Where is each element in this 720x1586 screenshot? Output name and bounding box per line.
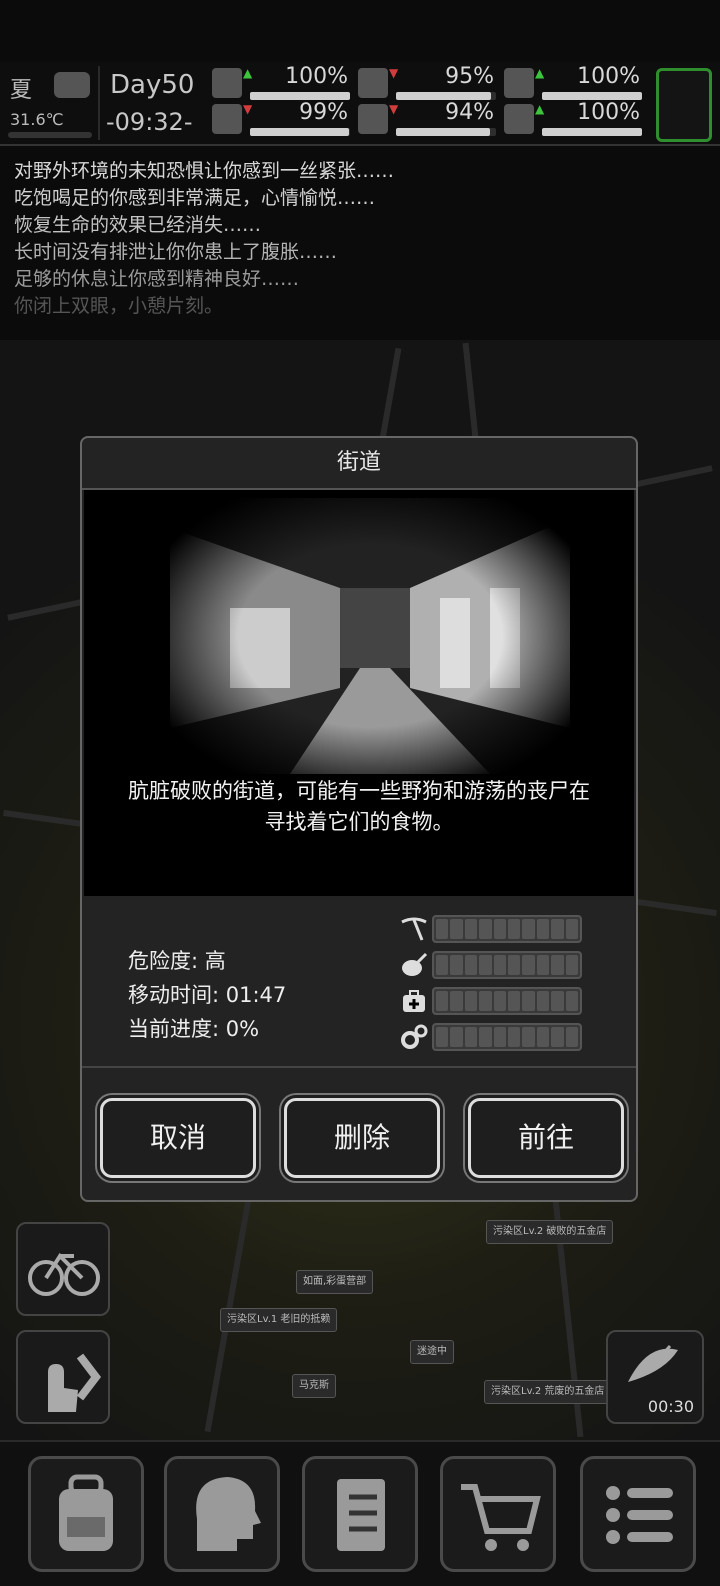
street-scene-image bbox=[170, 498, 570, 774]
menu-list-icon bbox=[606, 1486, 673, 1544]
tap-arrow-icon bbox=[48, 1353, 102, 1412]
travel-time: 移动时间: 01:47 bbox=[128, 983, 287, 1007]
shop-button[interactable] bbox=[440, 1456, 556, 1572]
water-drop-icon bbox=[358, 104, 388, 134]
log-line: 吃饱喝足的你感到非常满足，心情愉悦…… bbox=[14, 187, 376, 209]
notebook-icon bbox=[337, 1479, 385, 1551]
map-location-pin[interactable]: 污染区Lv.2 破败的五金店 bbox=[486, 1220, 614, 1244]
equipment-slot[interactable] bbox=[656, 68, 712, 142]
trend-up-icon: ▲ bbox=[535, 66, 545, 80]
mood-value: 100% bbox=[577, 64, 640, 89]
health-bar bbox=[250, 92, 350, 100]
stamina-bar bbox=[250, 128, 350, 136]
food-meter bbox=[400, 950, 600, 980]
cloudy-icon bbox=[54, 72, 90, 98]
medicine-meter bbox=[400, 986, 600, 1016]
satellite-dish-icon bbox=[628, 1344, 678, 1382]
go-button[interactable]: 前往 bbox=[468, 1098, 624, 1178]
map-location-pin[interactable]: 马克斯 bbox=[292, 1374, 336, 1398]
divider bbox=[82, 1066, 636, 1068]
water-bar bbox=[396, 128, 496, 136]
map-location-pin[interactable]: 污染区Lv.2 荒废的五金店 bbox=[484, 1380, 612, 1404]
season-label: 夏 bbox=[10, 78, 33, 103]
brain-head-icon bbox=[196, 1477, 261, 1551]
water-value: 94% bbox=[445, 100, 494, 125]
backpack-icon bbox=[59, 1474, 113, 1551]
temperature-label: 31.6℃ bbox=[10, 110, 64, 129]
weather-panel[interactable]: 夏 31.6℃ bbox=[8, 66, 100, 140]
trend-up-icon: ▲ bbox=[243, 66, 253, 80]
tools-meter bbox=[400, 914, 600, 944]
delete-button[interactable]: 删除 bbox=[284, 1098, 440, 1178]
map-location-pin[interactable]: 污染区Lv.1 老旧的抵赖 bbox=[220, 1308, 338, 1332]
description-line: 寻找着它们的食物。 bbox=[264, 810, 454, 834]
log-line: 长时间没有排泄让你你患上了腹胀…… bbox=[14, 241, 338, 263]
location-description: 肮脏破败的街道，可能有一些野狗和游荡的丧尸在 寻找着它们的食物。 bbox=[84, 776, 634, 838]
log-line: 恢复生命的效果已经消失…… bbox=[14, 214, 262, 236]
bicycle-icon bbox=[28, 1252, 100, 1296]
bottom-nav bbox=[0, 1440, 720, 1586]
heart-bar bbox=[542, 128, 642, 136]
menu-button[interactable] bbox=[580, 1456, 696, 1572]
materials-meter bbox=[400, 1022, 600, 1052]
medkit-icon bbox=[212, 68, 242, 98]
pill-icon bbox=[504, 68, 534, 98]
stomach-icon bbox=[358, 68, 388, 98]
log-line: 足够的休息让你感到精神良好…… bbox=[14, 268, 300, 290]
temperature-bar bbox=[8, 132, 92, 138]
map-location-pin[interactable]: 迷途中 bbox=[410, 1340, 454, 1364]
gears-icon bbox=[401, 1024, 428, 1049]
action-button[interactable] bbox=[16, 1330, 110, 1424]
medkit-icon bbox=[403, 990, 425, 1012]
food-value: 95% bbox=[445, 64, 494, 89]
stamina-stat[interactable]: ▼ 99% bbox=[212, 100, 350, 136]
radar-timer: 00:30 bbox=[647, 1397, 694, 1416]
mood-stat[interactable]: ▲ 100% bbox=[504, 64, 642, 100]
trend-down-icon: ▼ bbox=[389, 102, 399, 116]
day-label: Day50 bbox=[110, 70, 195, 100]
location-info: 危险度: 高 移动时间: 01:47 当前进度: 0% bbox=[128, 944, 286, 1046]
boot-icon bbox=[212, 104, 242, 134]
shopping-cart-icon bbox=[461, 1484, 541, 1551]
journal-button[interactable] bbox=[302, 1456, 418, 1572]
log-line: 你闭上双眼，小憩片刻。 bbox=[14, 295, 224, 317]
heart-icon bbox=[504, 104, 534, 134]
map-location-pin[interactable]: 如面,彩蛋营部 bbox=[296, 1270, 374, 1294]
bicycle-button[interactable] bbox=[16, 1222, 110, 1316]
heart-stat[interactable]: ▲ 100% bbox=[504, 100, 642, 136]
status-bar: 夏 31.6℃ Day50 -09:32- ▲ 100% ▼ 95% ▲ 100… bbox=[0, 62, 720, 146]
backpack-button[interactable] bbox=[28, 1456, 144, 1572]
dialog-body: 肮脏破败的街道，可能有一些野狗和游荡的丧尸在 寻找着它们的食物。 bbox=[84, 490, 634, 896]
meat-icon bbox=[402, 952, 428, 976]
food-bar bbox=[396, 92, 496, 100]
skills-button[interactable] bbox=[164, 1456, 280, 1572]
description-line: 肮脏破败的街道，可能有一些野狗和游荡的丧尸在 bbox=[128, 779, 590, 803]
message-log[interactable]: 对野外环境的未知恐惧让你感到一丝紧张…… 吃饱喝足的你感到非常满足，心情愉悦……… bbox=[14, 158, 704, 320]
location-dialog: 街道 肮脏破败的街道，可能有一些野狗和游荡的丧尸在 寻找着它们的食物。 危险度:… bbox=[80, 436, 638, 1202]
pickaxe-icon bbox=[401, 917, 427, 941]
radar-button[interactable]: 00:30 bbox=[606, 1330, 704, 1424]
trend-down-icon: ▼ bbox=[389, 66, 399, 80]
health-value: 100% bbox=[285, 64, 348, 89]
water-stat[interactable]: ▼ 94% bbox=[358, 100, 496, 136]
trend-down-icon: ▼ bbox=[243, 102, 253, 116]
danger-level: 危险度: 高 bbox=[128, 949, 226, 973]
cancel-button[interactable]: 取消 bbox=[100, 1098, 256, 1178]
dialog-title: 街道 bbox=[82, 438, 636, 490]
resource-meters bbox=[400, 914, 600, 1058]
current-progress: 当前进度: 0% bbox=[128, 1017, 260, 1041]
time-label: -09:32- bbox=[106, 108, 193, 136]
mood-bar bbox=[542, 92, 642, 100]
stamina-value: 99% bbox=[299, 100, 348, 125]
log-line: 对野外环境的未知恐惧让你感到一丝紧张…… bbox=[14, 160, 395, 182]
food-stat[interactable]: ▼ 95% bbox=[358, 64, 496, 100]
trend-up-icon: ▲ bbox=[535, 102, 545, 116]
heart-value: 100% bbox=[577, 100, 640, 125]
health-stat[interactable]: ▲ 100% bbox=[212, 64, 350, 100]
